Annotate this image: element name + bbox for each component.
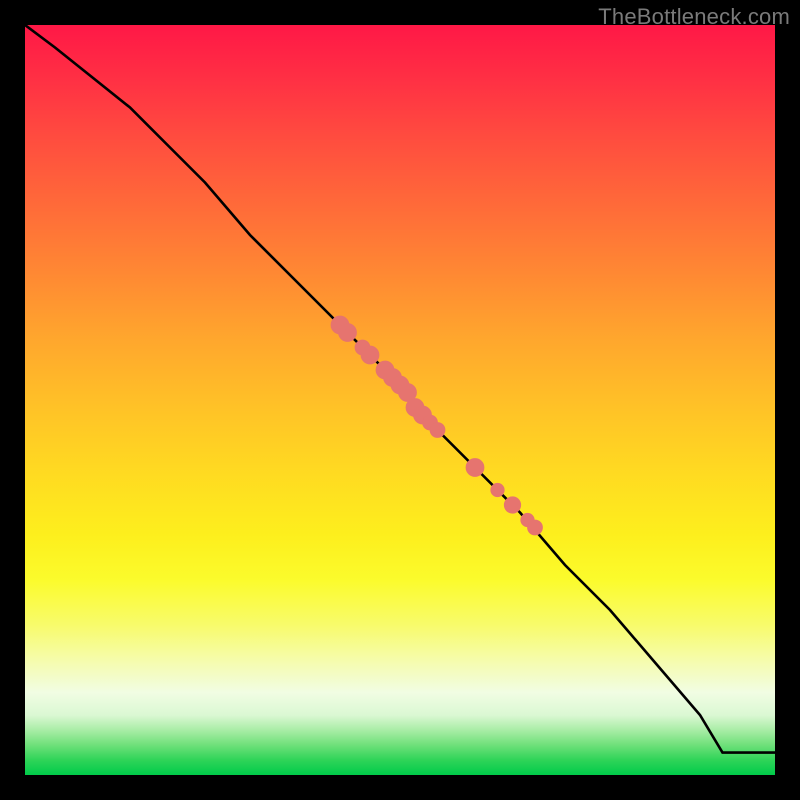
data-marker (466, 459, 484, 477)
data-marker (504, 497, 521, 514)
plot-area (25, 25, 775, 775)
data-marker (361, 346, 379, 364)
data-marker (528, 520, 543, 535)
data-markers (331, 316, 543, 535)
chart-overlay (25, 25, 775, 775)
data-marker (430, 423, 445, 438)
data-marker (339, 324, 357, 342)
data-marker (491, 483, 504, 496)
chart-stage: TheBottleneck.com (0, 0, 800, 800)
